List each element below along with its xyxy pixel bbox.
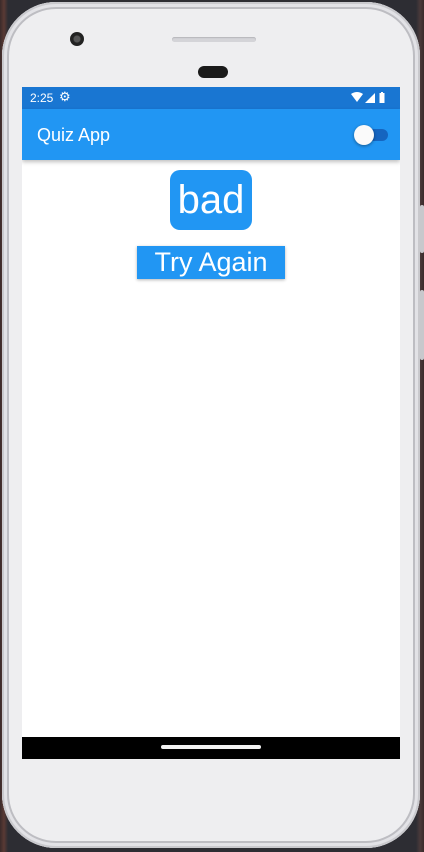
proximity-sensor — [198, 66, 228, 78]
device-screen: 2:25 ⚙ Quiz App bad Try Again — [22, 87, 400, 759]
app-bar: Quiz App — [22, 109, 400, 160]
status-bar: 2:25 ⚙ — [22, 87, 400, 109]
app-title: Quiz App — [37, 125, 111, 145]
quiz-result-view: bad Try Again — [22, 160, 400, 737]
home-gesture-handle[interactable] — [161, 745, 261, 749]
status-icons — [350, 91, 390, 105]
battery-icon — [379, 92, 385, 103]
theme-toggle-switch[interactable] — [352, 125, 392, 145]
navigation-bar — [22, 737, 400, 759]
power-button — [420, 290, 424, 360]
volume-button — [420, 205, 424, 253]
try-again-button[interactable]: Try Again — [137, 246, 285, 279]
earpiece-speaker — [172, 37, 256, 42]
front-camera — [70, 32, 84, 46]
cell-signal-icon — [365, 93, 375, 103]
toggle-thumb — [354, 125, 374, 145]
result-badge: bad — [170, 170, 252, 230]
gear-icon: ⚙ — [59, 89, 71, 104]
wifi-icon — [351, 92, 363, 102]
status-time: 2:25 — [30, 91, 54, 105]
